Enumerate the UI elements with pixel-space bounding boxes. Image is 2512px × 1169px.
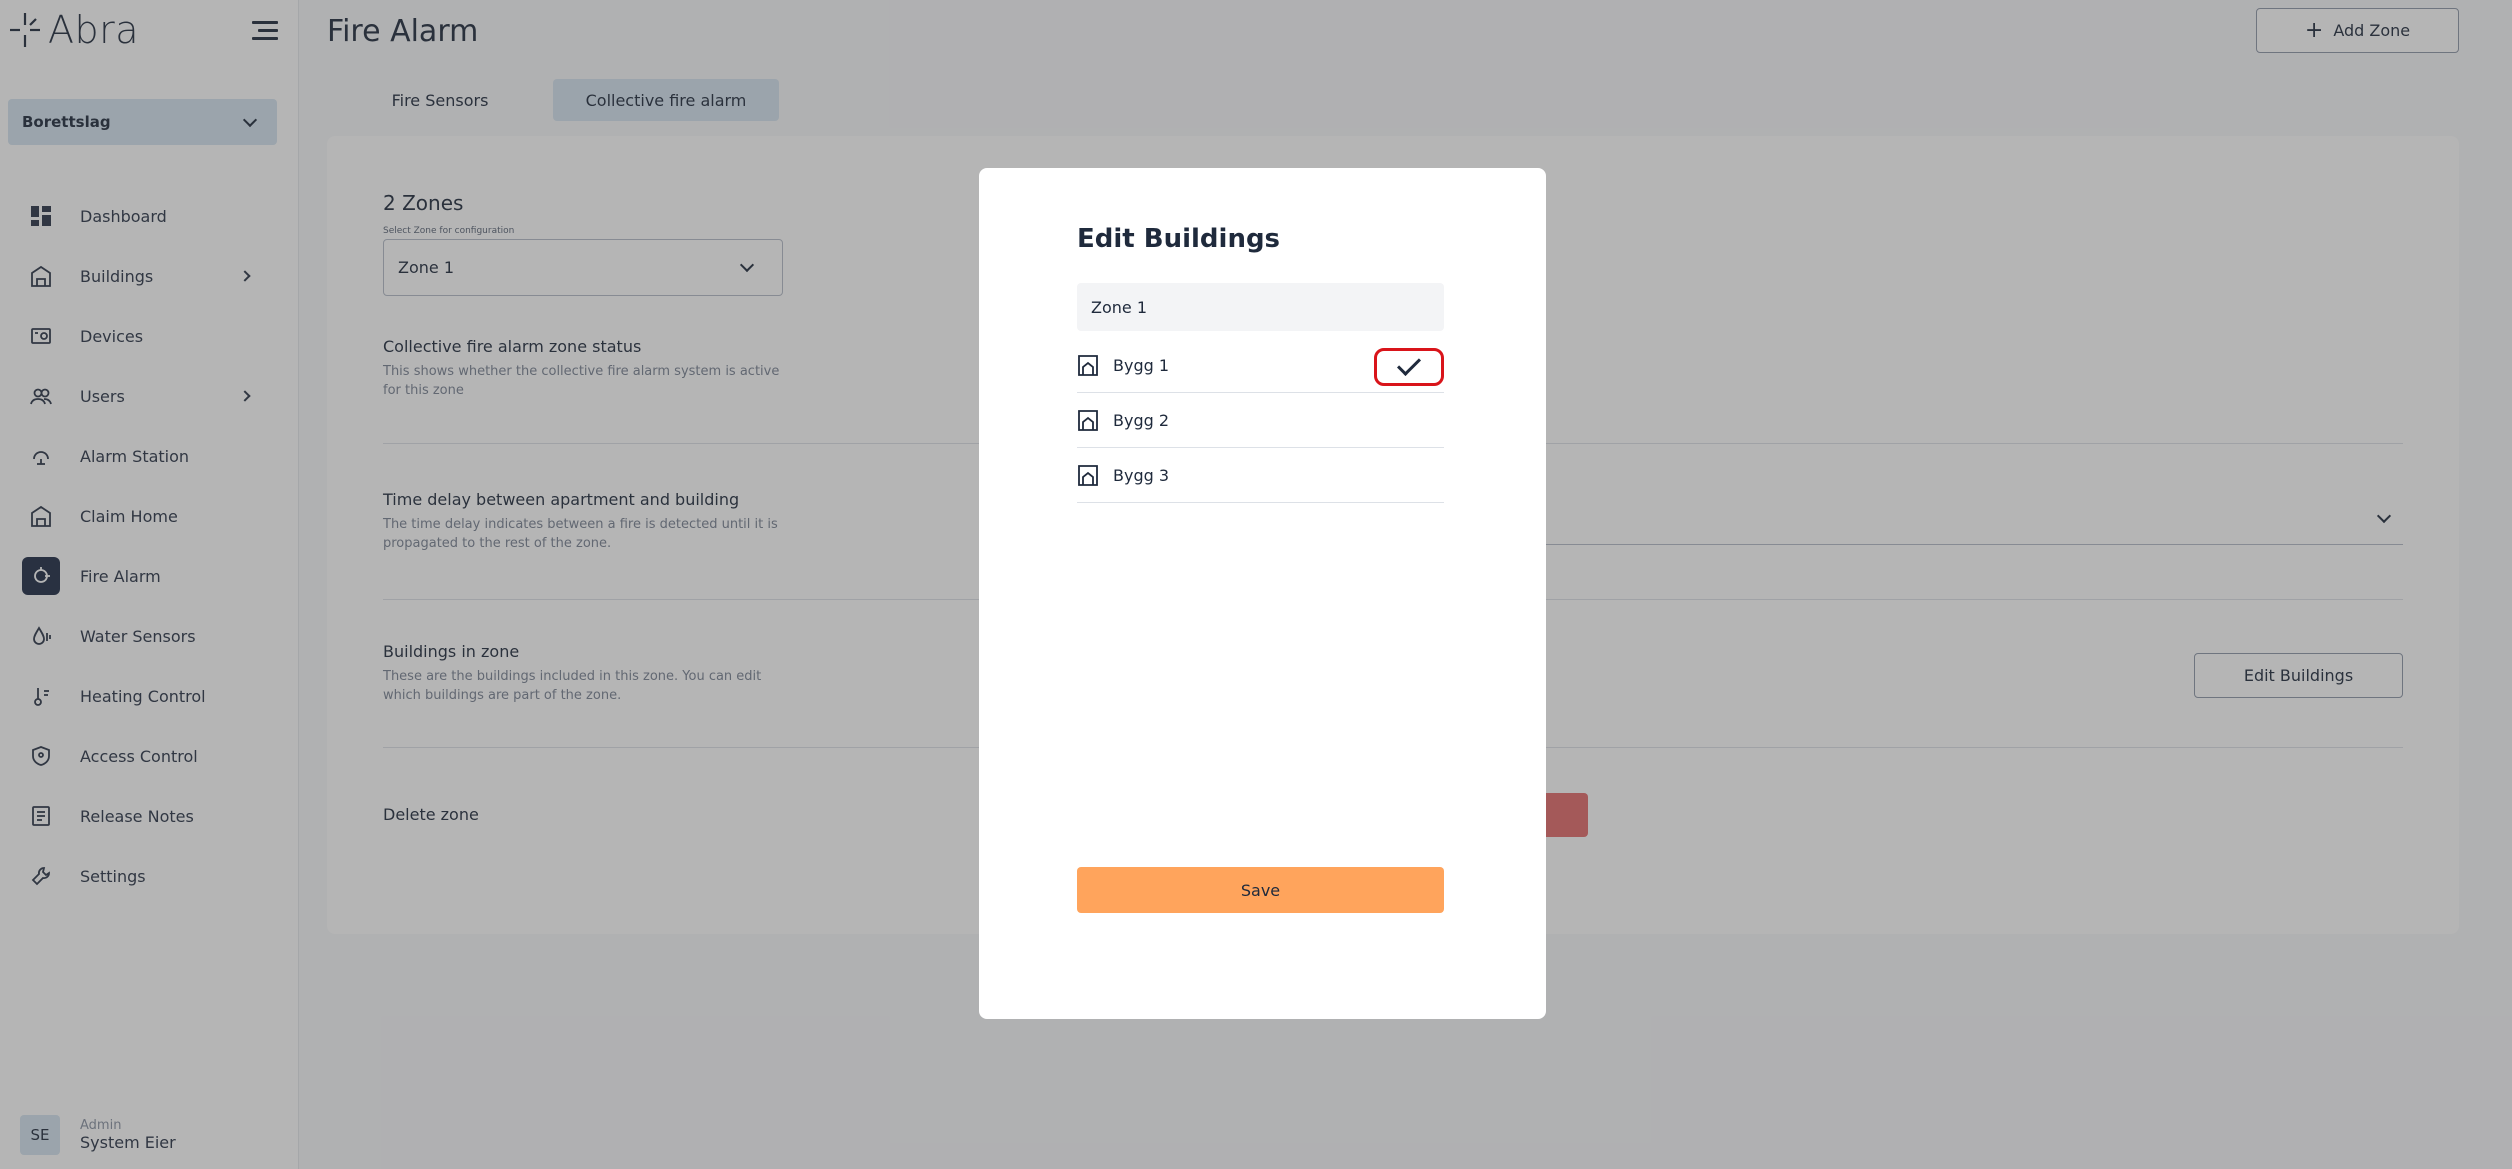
building-row-bygg-2[interactable]: Bygg 2 — [1077, 393, 1444, 448]
building-row-bygg-3[interactable]: Bygg 3 — [1077, 448, 1444, 503]
building-row-bygg-1[interactable]: Bygg 1 — [1077, 338, 1444, 393]
building-icon — [1078, 410, 1098, 431]
building-label: Bygg 2 — [1113, 410, 1170, 430]
modal-title: Edit Buildings — [1077, 224, 1281, 254]
zone-name-field[interactable] — [1077, 283, 1444, 331]
save-button[interactable]: Save — [1077, 867, 1444, 913]
building-label: Bygg 3 — [1113, 465, 1170, 485]
building-icon — [1078, 355, 1098, 376]
checkmark-icon[interactable] — [1374, 348, 1444, 386]
building-icon — [1078, 465, 1098, 486]
building-label: Bygg 1 — [1113, 355, 1170, 375]
building-list: Bygg 1 Bygg 2 Bygg 3 — [1077, 338, 1444, 503]
